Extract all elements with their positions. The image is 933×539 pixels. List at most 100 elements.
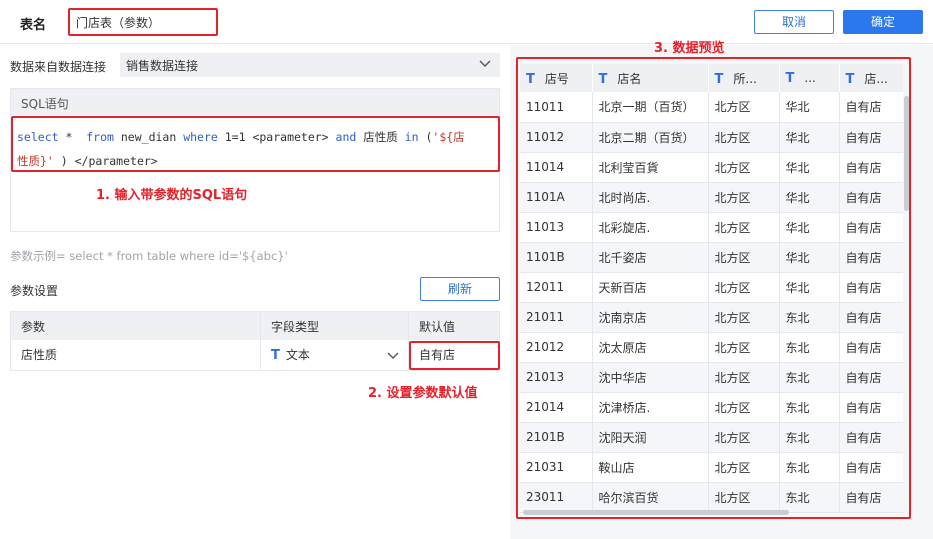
table-cell: 北方区 [708, 122, 780, 153]
source-label: 数据来自数据连接 [10, 60, 107, 74]
table-cell: 北京一期（百货） [592, 92, 709, 123]
col-header[interactable]: T 店号 [520, 64, 593, 92]
table-cell: 沈阳天润 [592, 422, 709, 453]
sql-keyword: and [335, 130, 357, 144]
col-header-label: 店... [864, 71, 888, 86]
param-row: 店性质 T 文本 自有店 [11, 340, 499, 370]
table-cell: 北方区 [708, 392, 780, 423]
table-cell: 21013 [520, 362, 593, 393]
table-cell: 2101B [520, 422, 593, 453]
sql-keyword: where [183, 130, 218, 144]
sql-string: '${店 [432, 130, 465, 144]
table-cell: 21031 [520, 452, 593, 483]
table-cell: 北方区 [708, 92, 780, 123]
vertical-scrollbar[interactable] [904, 96, 909, 211]
sql-header: SQL语句 [11, 89, 499, 115]
col-header[interactable]: T 店... [839, 64, 903, 92]
sql-keyword: from [86, 130, 114, 144]
table-cell: 沈中华店 [592, 362, 709, 393]
table-cell: 自有店 [839, 452, 903, 483]
col-header[interactable]: T... [779, 64, 840, 92]
table-cell: 华北 [779, 242, 840, 273]
table-cell: 自有店 [839, 272, 903, 303]
horizontal-scrollbar[interactable] [523, 510, 789, 515]
sql-text: ) </parameter> [53, 154, 158, 168]
table-cell: 23011 [520, 482, 593, 513]
table-cell: 自有店 [839, 122, 903, 153]
table-cell: 东北 [779, 392, 840, 423]
sql-text: new_dian [113, 130, 184, 144]
table-cell: 自有店 [839, 302, 903, 333]
table-cell: 沈南京店 [592, 302, 709, 333]
table-cell: 北方区 [708, 152, 780, 183]
table-cell: 自有店 [839, 482, 903, 513]
param-type: 文本 [285, 348, 310, 362]
table-cell: 北方区 [708, 302, 780, 333]
table-cell: 北利莹百貨 [592, 152, 709, 183]
table-cell: 东北 [779, 332, 840, 363]
sql-editor[interactable]: SQL语句 select * from new_dian where 1=1 <… [10, 88, 500, 232]
table-cell: 北方区 [708, 452, 780, 483]
sql-code[interactable]: select * from new_dian where 1=1 <parame… [17, 125, 493, 173]
table-row: 1101A 北时尚店. 北方区 华北 自有店 [520, 182, 903, 213]
col-header-label: 店名 [617, 71, 642, 86]
table-row: 21014 沈津桥店. 北方区 东北 自有店 [520, 392, 903, 423]
table-cell: 北方区 [708, 332, 780, 363]
param-default-input[interactable]: 自有店 [409, 340, 499, 370]
table-cell: 华北 [779, 92, 840, 123]
table-cell: 11012 [520, 122, 593, 153]
table-cell: 12011 [520, 272, 593, 303]
table-cell: 华北 [779, 272, 840, 303]
chevron-down-icon [479, 60, 491, 67]
table-cell: 北方区 [708, 272, 780, 303]
table-name-label: 表名 [20, 18, 47, 33]
chevron-down-icon [387, 352, 399, 359]
table-cell: 北千姿店 [592, 242, 709, 273]
table-cell: 华北 [779, 122, 840, 153]
annotation-1: 1. 输入带参数的SQL语句 [96, 188, 248, 203]
col-header[interactable]: T 所... [708, 64, 780, 92]
sql-string: 性质}' [17, 154, 54, 168]
sql-text: * [58, 130, 87, 144]
annotation-3: 3. 数据预览 [654, 41, 725, 56]
table-cell: 北方区 [708, 242, 780, 273]
cancel-button[interactable]: 取消 [754, 10, 834, 34]
param-name: 店性质 [11, 340, 261, 370]
sql-text: 店性质 [356, 130, 405, 144]
param-settings-title: 参数设置 [10, 284, 59, 298]
text-type-icon: T [526, 71, 535, 87]
sql-line-1: select * from new_dian where 1=1 <parame… [17, 125, 493, 149]
sql-text: ( [418, 130, 433, 144]
table-cell: 北方区 [708, 422, 780, 453]
col-header[interactable]: T 店名 [592, 64, 709, 92]
table-cell: 自有店 [839, 332, 903, 363]
source-select[interactable]: 销售数据连接 [120, 53, 500, 77]
sql-text: 1=1 <parameter> [217, 130, 336, 144]
table-cell: 北方区 [708, 482, 780, 513]
table-cell: 沈太原店 [592, 332, 709, 363]
table-cell: 自有店 [839, 422, 903, 453]
table-row: 21013 沈中华店 北方区 东北 自有店 [520, 362, 903, 393]
col-header-param: 参数 [11, 312, 261, 340]
text-type-icon: T [785, 70, 795, 86]
preview-header-row: T 店号 T 店名 T 所... T... T 店... [520, 64, 903, 92]
param-type-select[interactable]: T 文本 [261, 340, 409, 370]
preview-grid[interactable]: T 店号 T 店名 T 所... T... T 店... 11011 北京一期（百货） 北方… [520, 64, 903, 514]
table-cell: 天新百店 [592, 272, 709, 303]
table-cell: 1101A [520, 182, 593, 213]
annotation-2: 2. 设置参数默认值 [368, 386, 478, 401]
table-cell: 北方区 [708, 362, 780, 393]
table-cell: 北京二期（百货） [592, 122, 709, 153]
table-name-input[interactable]: 门店表（参数） [70, 10, 216, 34]
table-cell: 21012 [520, 332, 593, 363]
text-type-icon: T [714, 71, 724, 87]
sql-keyword: in [404, 130, 419, 144]
table-cell: 自有店 [839, 392, 903, 423]
table-cell: 华北 [779, 152, 840, 183]
confirm-button[interactable]: 确定 [843, 10, 923, 34]
table-row: 11011 北京一期（百货） 北方区 华北 自有店 [520, 92, 903, 123]
refresh-button[interactable]: 刷新 [420, 277, 500, 301]
param-table: 参数 字段类型 默认值 店性质 T 文本 自有店 [10, 311, 500, 371]
text-type-icon: T [271, 348, 280, 363]
sql-line-2: 性质}' ) </parameter> [17, 149, 493, 173]
